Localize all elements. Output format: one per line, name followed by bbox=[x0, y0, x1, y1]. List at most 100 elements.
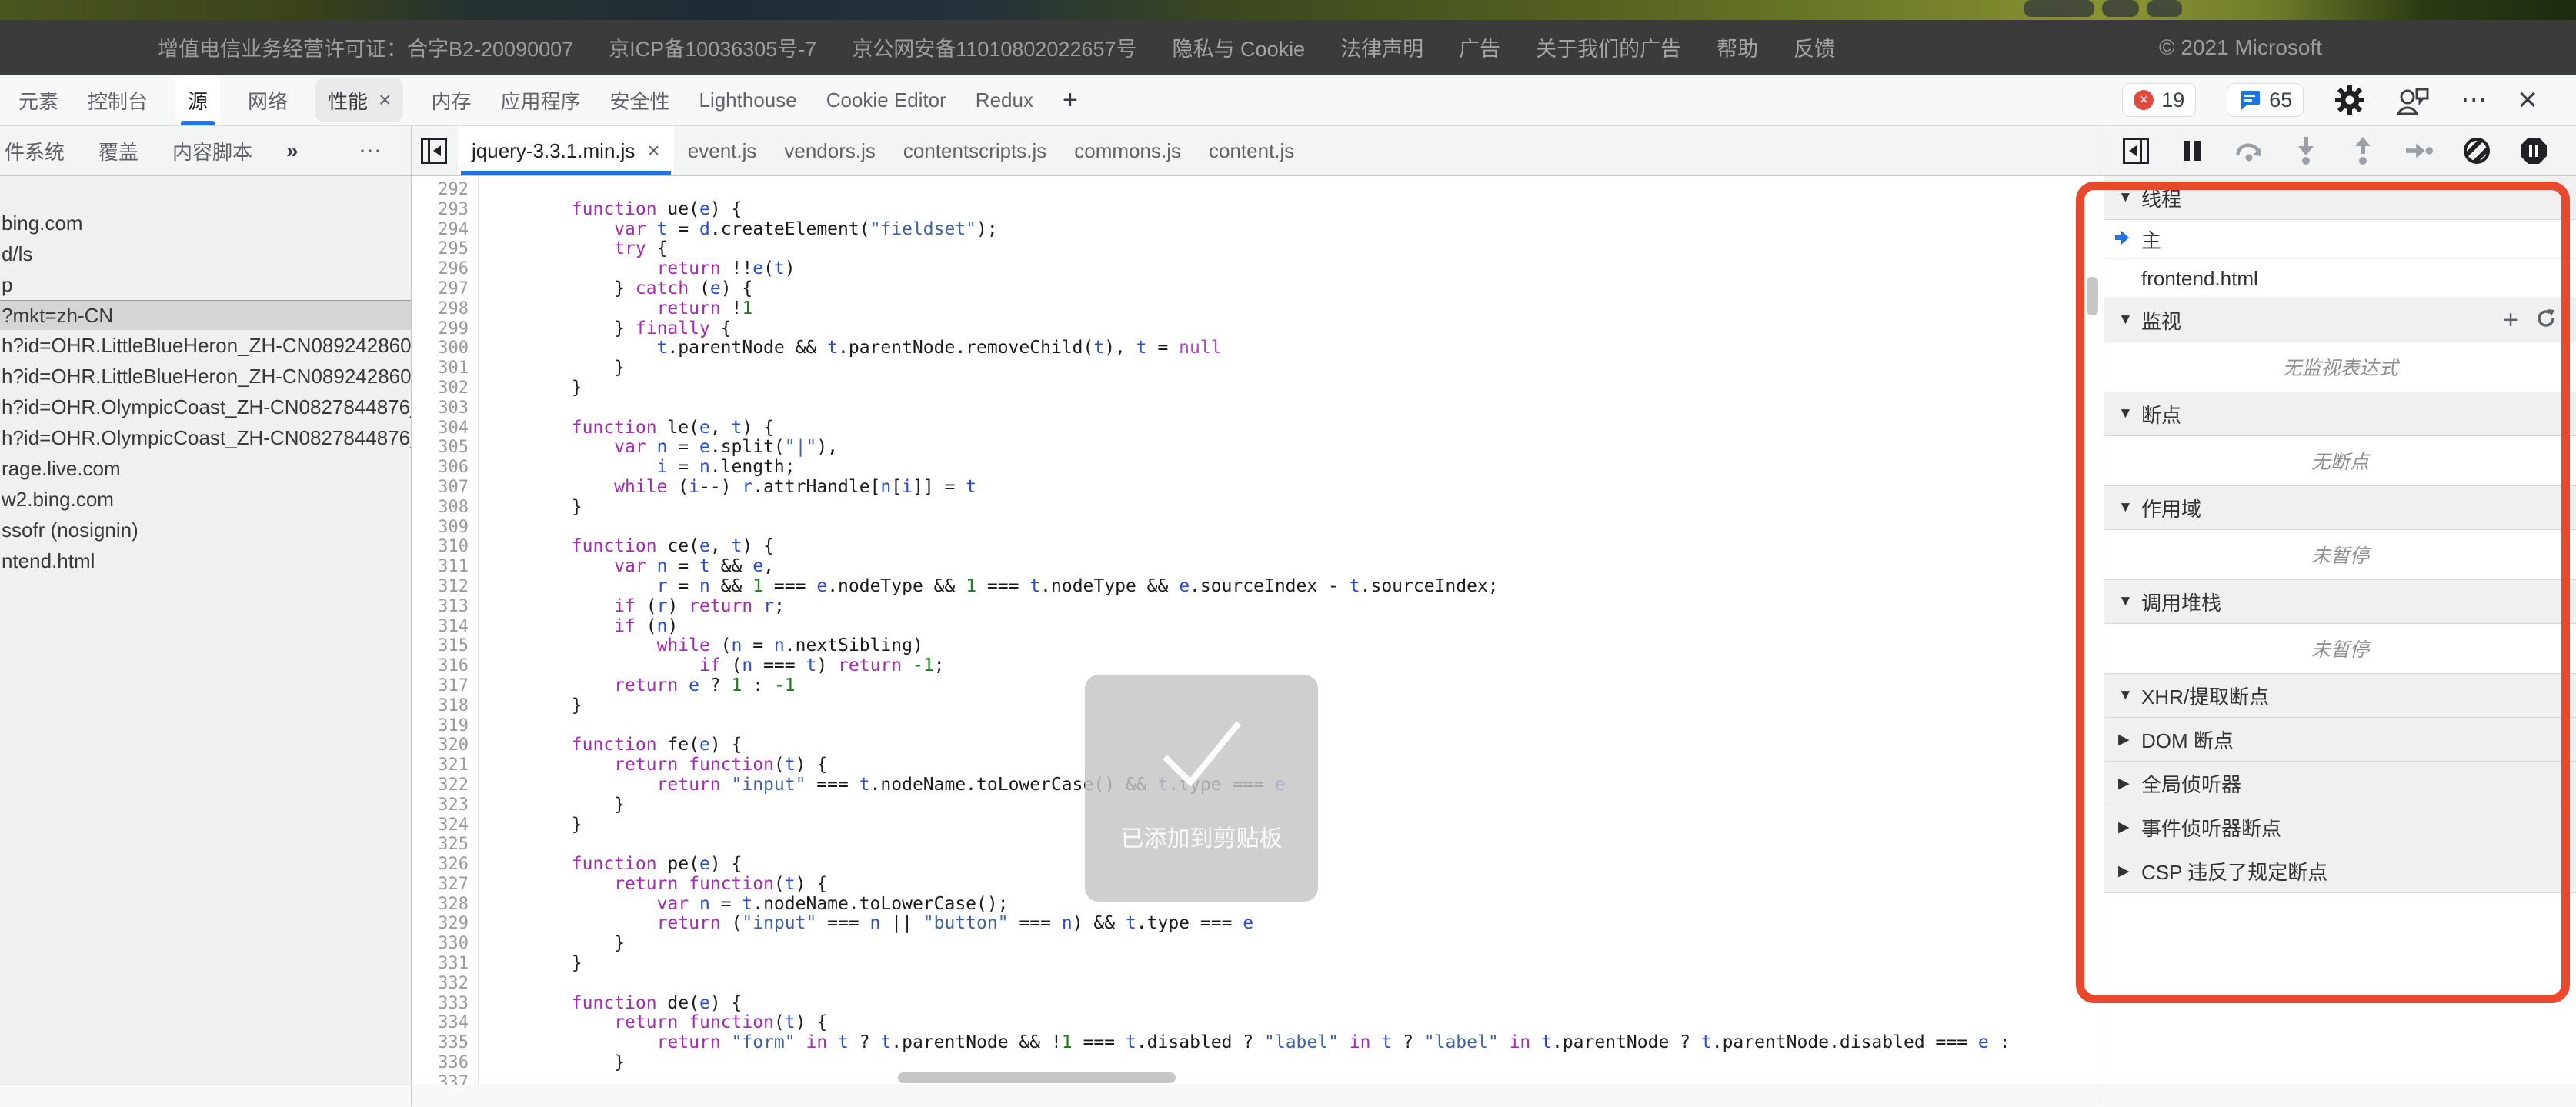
file-tree-item[interactable]: h?id=OHR.LittleBlueHeron_ZH-CN0892428603… bbox=[0, 330, 411, 361]
line-number[interactable]: 298 bbox=[412, 299, 478, 319]
navigator-more-tabs-icon[interactable]: » bbox=[286, 138, 299, 163]
step-into-button[interactable] bbox=[2292, 137, 2320, 165]
devtools-tab-安全性[interactable]: 安全性 bbox=[608, 75, 671, 125]
feedback-icon[interactable] bbox=[2396, 85, 2430, 115]
editor-tab-commons.js[interactable]: commons.js bbox=[1060, 126, 1195, 175]
debugger-section-全局侦听器[interactable]: ▶全局侦听器 bbox=[2104, 762, 2576, 805]
step-out-button[interactable] bbox=[2349, 137, 2377, 165]
line-number[interactable]: 328 bbox=[412, 895, 478, 915]
line-number[interactable]: 320 bbox=[412, 735, 478, 755]
line-number[interactable]: 325 bbox=[412, 835, 478, 855]
file-tree-item[interactable]: p bbox=[0, 269, 411, 300]
add-tab-button[interactable]: + bbox=[1061, 75, 1079, 125]
more-options-icon[interactable]: ⋯ bbox=[2461, 87, 2487, 113]
line-number[interactable]: 299 bbox=[412, 319, 478, 339]
line-number[interactable]: 333 bbox=[412, 994, 478, 1014]
thread-item[interactable]: 主 bbox=[2104, 220, 2576, 259]
line-number[interactable]: 292 bbox=[412, 180, 478, 200]
footer-link[interactable]: 关于我们的广告 bbox=[1536, 32, 1681, 62]
line-number[interactable]: 293 bbox=[412, 200, 478, 220]
line-number[interactable]: 295 bbox=[412, 239, 478, 259]
debugger-section-调用堆栈[interactable]: ▼调用堆栈 bbox=[2104, 580, 2576, 624]
devtools-tab-源[interactable]: 源 bbox=[175, 75, 220, 125]
footer-link[interactable]: 法律声明 bbox=[1340, 32, 1423, 62]
debugger-section-作用域[interactable]: ▼作用域 bbox=[2104, 486, 2576, 530]
devtools-tab-性能[interactable]: 性能× bbox=[315, 78, 403, 122]
devtools-tab-元素[interactable]: 元素 bbox=[17, 75, 60, 125]
line-number[interactable]: 317 bbox=[412, 676, 478, 696]
editor-vertical-scrollbar[interactable] bbox=[2087, 277, 2098, 315]
line-number[interactable]: 306 bbox=[412, 458, 478, 478]
line-number[interactable]: 301 bbox=[412, 358, 478, 378]
issue-count-badge[interactable]: 65 bbox=[2227, 83, 2304, 117]
line-number[interactable]: 316 bbox=[412, 656, 478, 676]
editor-tab-jquery-3.3.1.min.js[interactable]: jquery-3.3.1.min.js× bbox=[458, 126, 674, 175]
line-number[interactable]: 300 bbox=[412, 338, 478, 358]
line-number[interactable]: 314 bbox=[412, 617, 478, 637]
file-tree-item[interactable]: ?mkt=zh-CN bbox=[0, 300, 411, 330]
hide-debugger-sidebar-icon[interactable] bbox=[2123, 138, 2149, 164]
line-number[interactable]: 335 bbox=[412, 1033, 478, 1053]
file-tree-item[interactable]: bing.com bbox=[0, 208, 411, 238]
navigator-menu-icon[interactable]: ⋯ bbox=[359, 138, 385, 165]
debugger-section-CSP 违反了规定断点[interactable]: ▶CSP 违反了规定断点 bbox=[2104, 849, 2576, 893]
devtools-tab-Lighthouse[interactable]: Lighthouse bbox=[697, 75, 798, 125]
line-number[interactable]: 311 bbox=[412, 557, 478, 577]
file-tree-item[interactable]: h?id=OHR.OlympicCoast_ZH-CN0827844876_19 bbox=[0, 392, 411, 422]
close-tab-icon[interactable]: × bbox=[647, 140, 659, 162]
footer-link[interactable]: 广告 bbox=[1459, 32, 1500, 62]
file-tree-item[interactable]: d/ls bbox=[0, 238, 411, 269]
line-number-gutter[interactable]: 2922932942952962972982993003013023033043… bbox=[412, 176, 479, 1085]
navigator-tab-contentscripts[interactable]: 内容脚本 bbox=[172, 137, 252, 165]
debugger-section-XHR/提取断点[interactable]: ▼XHR/提取断点 bbox=[2104, 674, 2576, 718]
debugger-section-事件侦听器断点[interactable]: ▶事件侦听器断点 bbox=[2104, 805, 2576, 849]
error-count-badge[interactable]: × 19 bbox=[2122, 83, 2196, 117]
close-devtools-icon[interactable]: × bbox=[2518, 83, 2538, 117]
add-watch-expression-icon[interactable]: + bbox=[2493, 305, 2528, 335]
line-number[interactable]: 322 bbox=[412, 775, 478, 795]
devtools-tab-控制台[interactable]: 控制台 bbox=[86, 75, 149, 125]
thread-item[interactable]: frontend.html bbox=[2104, 259, 2576, 298]
file-tree-item[interactable]: ssofr (nosignin) bbox=[0, 515, 411, 545]
devtools-tab-网络[interactable]: 网络 bbox=[246, 75, 289, 125]
editor-tab-vendors.js[interactable]: vendors.js bbox=[770, 126, 889, 175]
line-number[interactable]: 305 bbox=[412, 438, 478, 458]
line-number[interactable]: 324 bbox=[412, 815, 478, 835]
debugger-section-线程[interactable]: ▼线程 bbox=[2104, 176, 2576, 220]
devtools-tab-内存[interactable]: 内存 bbox=[429, 75, 472, 125]
devtools-tab-应用程序[interactable]: 应用程序 bbox=[499, 75, 582, 125]
editor-tab-event.js[interactable]: event.js bbox=[674, 126, 771, 175]
refresh-watch-icon[interactable] bbox=[2528, 305, 2564, 335]
line-number[interactable]: 307 bbox=[412, 478, 478, 498]
line-number[interactable]: 296 bbox=[412, 259, 478, 279]
line-number[interactable]: 297 bbox=[412, 279, 478, 299]
line-number[interactable]: 327 bbox=[412, 875, 478, 895]
debugger-section-断点[interactable]: ▼断点 bbox=[2104, 392, 2576, 436]
step-button[interactable] bbox=[2406, 137, 2434, 165]
line-number[interactable]: 332 bbox=[412, 974, 478, 994]
sidebar-divider[interactable] bbox=[411, 126, 412, 1106]
file-tree-item[interactable]: ntend.html bbox=[0, 545, 411, 576]
footer-link[interactable]: 帮助 bbox=[1717, 32, 1758, 62]
footer-link[interactable]: 隐私与 Cookie bbox=[1173, 32, 1306, 62]
devtools-tab-Cookie Editor[interactable]: Cookie Editor bbox=[825, 75, 948, 125]
line-number[interactable]: 321 bbox=[412, 755, 478, 775]
line-number[interactable]: 329 bbox=[412, 914, 478, 934]
line-number[interactable]: 309 bbox=[412, 518, 478, 538]
line-number[interactable]: 312 bbox=[412, 577, 478, 597]
editor-tab-contentscripts.js[interactable]: contentscripts.js bbox=[889, 126, 1060, 175]
line-number[interactable]: 313 bbox=[412, 597, 478, 617]
debugger-section-DOM 断点[interactable]: ▶DOM 断点 bbox=[2104, 718, 2576, 762]
line-number[interactable]: 310 bbox=[412, 537, 478, 557]
line-number[interactable]: 308 bbox=[412, 498, 478, 518]
file-tree-item[interactable]: rage.live.com bbox=[0, 453, 411, 484]
step-over-button[interactable] bbox=[2235, 137, 2263, 165]
line-number[interactable]: 323 bbox=[412, 795, 478, 815]
line-number[interactable]: 326 bbox=[412, 855, 478, 875]
pause-on-exceptions-icon[interactable] bbox=[2520, 137, 2548, 165]
settings-gear-icon[interactable] bbox=[2334, 85, 2365, 115]
line-number[interactable]: 337 bbox=[412, 1073, 478, 1085]
line-number[interactable]: 319 bbox=[412, 716, 478, 736]
line-number[interactable]: 334 bbox=[412, 1013, 478, 1033]
file-tree-item[interactable]: h?id=OHR.LittleBlueHeron_ZH-CN0892428603… bbox=[0, 361, 411, 392]
